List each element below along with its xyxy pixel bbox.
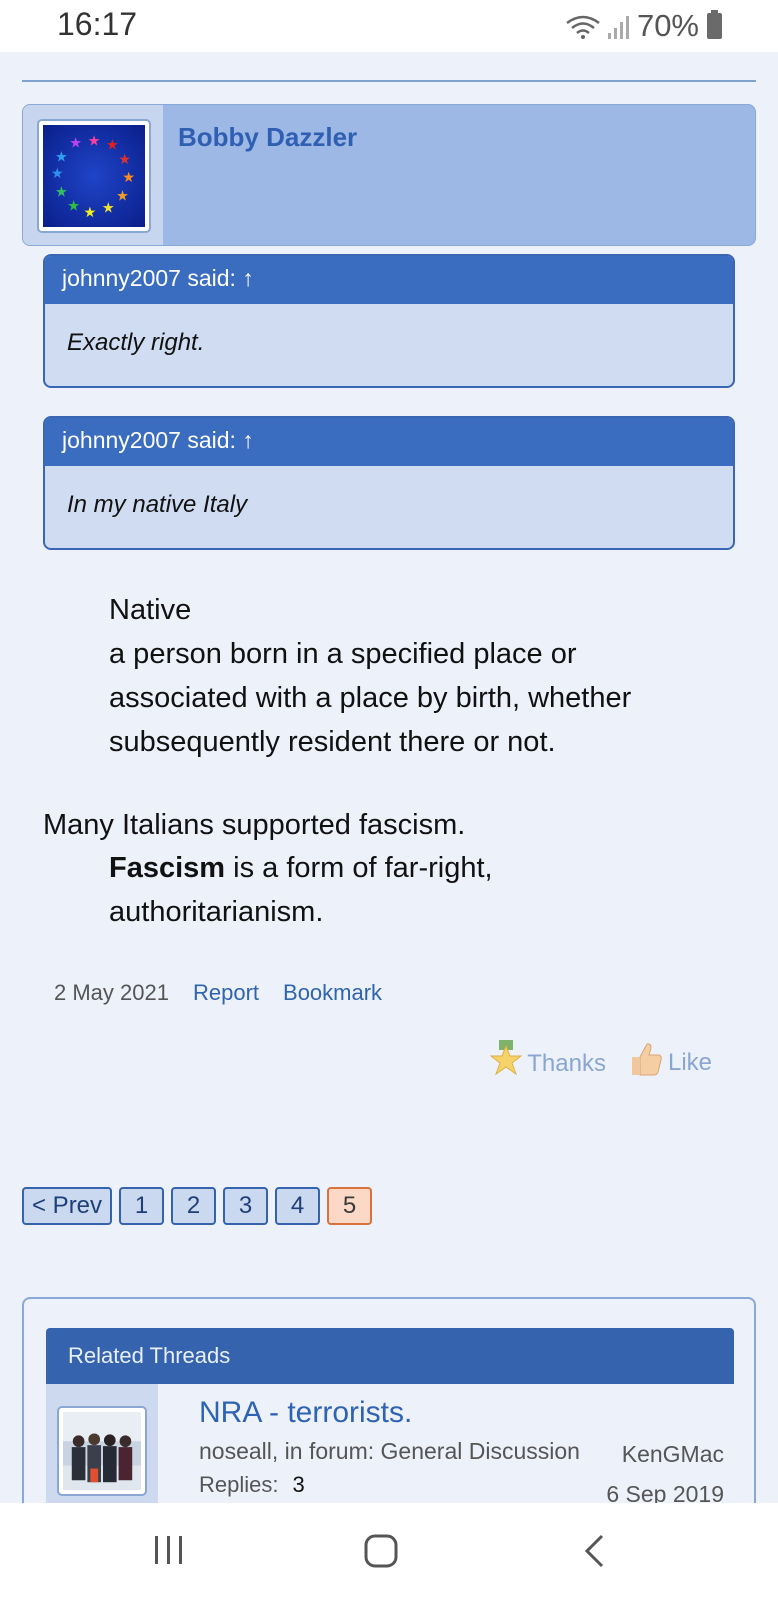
thread-title[interactable]: NRA - terrorists. [199, 1396, 412, 1430]
status-time: 16:17 [57, 6, 138, 42]
definition-line: subsequently resident there or not. [109, 726, 556, 758]
wifi-icon [566, 15, 600, 39]
svg-text:★: ★ [122, 170, 135, 186]
like-label: Like [667, 1049, 712, 1076]
eu-stars-icon: ★ ★ ★ ★ ★ ★ ★ ★ ★ ★ ★ ★ [43, 125, 145, 227]
svg-text:★: ★ [55, 184, 68, 200]
svg-text:★: ★ [69, 135, 82, 151]
svg-text:★: ★ [102, 201, 115, 217]
replies-label: Replies: [199, 1472, 279, 1497]
author-name[interactable]: Bobby Dazzler [178, 122, 357, 153]
svg-text:★: ★ [106, 137, 119, 153]
report-link[interactable]: Report [193, 980, 259, 1006]
post-date[interactable]: 2 May 2021 [54, 980, 169, 1006]
signal-icon [607, 16, 629, 39]
battery-icon [707, 10, 722, 39]
fascism-term: Fascism [109, 852, 226, 884]
definition-line: associated with a place by birth, whethe… [109, 682, 632, 714]
svg-text:★: ★ [84, 205, 97, 221]
quote-text: In my native Italy [67, 491, 248, 518]
quote-attribution[interactable]: johnny2007 said: ↑ [45, 418, 733, 466]
page-button-current[interactable]: 5 [327, 1187, 373, 1225]
status-icons: 70% [565, 8, 722, 44]
page-button-1[interactable]: 1 [119, 1187, 165, 1225]
page-button-3[interactable]: 3 [223, 1187, 269, 1225]
pagination: < Prev 1 2 3 4 5 [22, 1187, 373, 1225]
svg-text:★: ★ [88, 133, 101, 149]
thanks-button[interactable]: Thanks [489, 1040, 606, 1078]
definition-term: Native [109, 594, 192, 626]
svg-text:★: ★ [51, 166, 64, 182]
status-bar: 16:17 70% [0, 0, 778, 52]
quote-block: johnny2007 said: ↑ Exactly right. [43, 254, 735, 388]
post-meta: 2 May 2021 Report Bookmark [54, 980, 382, 1006]
related-threads-heading: Related Threads [46, 1328, 734, 1384]
quote-attribution[interactable]: johnny2007 said: ↑ [45, 256, 733, 304]
thread-last-poster[interactable]: KenGMac [622, 1441, 724, 1468]
svg-text:★: ★ [116, 188, 129, 204]
svg-text:★: ★ [118, 152, 131, 168]
fascism-text-line2: authoritarianism. [109, 896, 324, 928]
quote-block: johnny2007 said: ↑ In my native Italy [43, 416, 735, 550]
like-button[interactable]: Like [628, 1041, 712, 1077]
battery-percent: 70% [636, 8, 699, 43]
thread-author-avatar[interactable] [57, 1406, 147, 1496]
prev-page-button[interactable]: < Prev [22, 1187, 113, 1225]
back-icon[interactable] [582, 1533, 608, 1569]
recent-apps-icon[interactable] [152, 1533, 186, 1567]
post-author-bar: ★ ★ ★ ★ ★ ★ ★ ★ ★ ★ ★ ★ Bobby Dazzler [22, 104, 756, 246]
author-avatar[interactable]: ★ ★ ★ ★ ★ ★ ★ ★ ★ ★ ★ ★ [37, 119, 151, 233]
thanks-label: Thanks [527, 1050, 606, 1077]
replies-count: 3 [292, 1472, 305, 1497]
thumbs-up-icon [631, 1043, 662, 1076]
quote-text: Exactly right. [67, 329, 205, 356]
fascism-definition: Fascism is a form of far-right, authorit… [109, 846, 493, 934]
definition-block: Native a person born in a specified plac… [109, 588, 631, 764]
page-button-4[interactable]: 4 [275, 1187, 321, 1225]
reactions: Thanks Like [489, 1040, 712, 1078]
svg-text:★: ★ [67, 199, 80, 215]
home-icon[interactable] [363, 1533, 399, 1569]
fascism-text: is a form of far-right, [225, 852, 493, 884]
definition-line: a person born in a specified place or [109, 638, 577, 670]
thread-replies: Replies: 3 [199, 1472, 305, 1498]
avatar-cell: ★ ★ ★ ★ ★ ★ ★ ★ ★ ★ ★ ★ [23, 105, 163, 245]
thanks-star-icon [489, 1040, 523, 1076]
divider [22, 80, 756, 82]
post-statement: Many Italians supported fascism. [43, 809, 466, 841]
thread-meta: noseall, in forum: General Discussion [199, 1438, 580, 1464]
group-photo-icon [63, 1412, 141, 1490]
bookmark-link[interactable]: Bookmark [283, 980, 382, 1006]
svg-text:★: ★ [55, 150, 68, 166]
system-nav-bar [0, 1503, 778, 1600]
page-button-2[interactable]: 2 [171, 1187, 217, 1225]
